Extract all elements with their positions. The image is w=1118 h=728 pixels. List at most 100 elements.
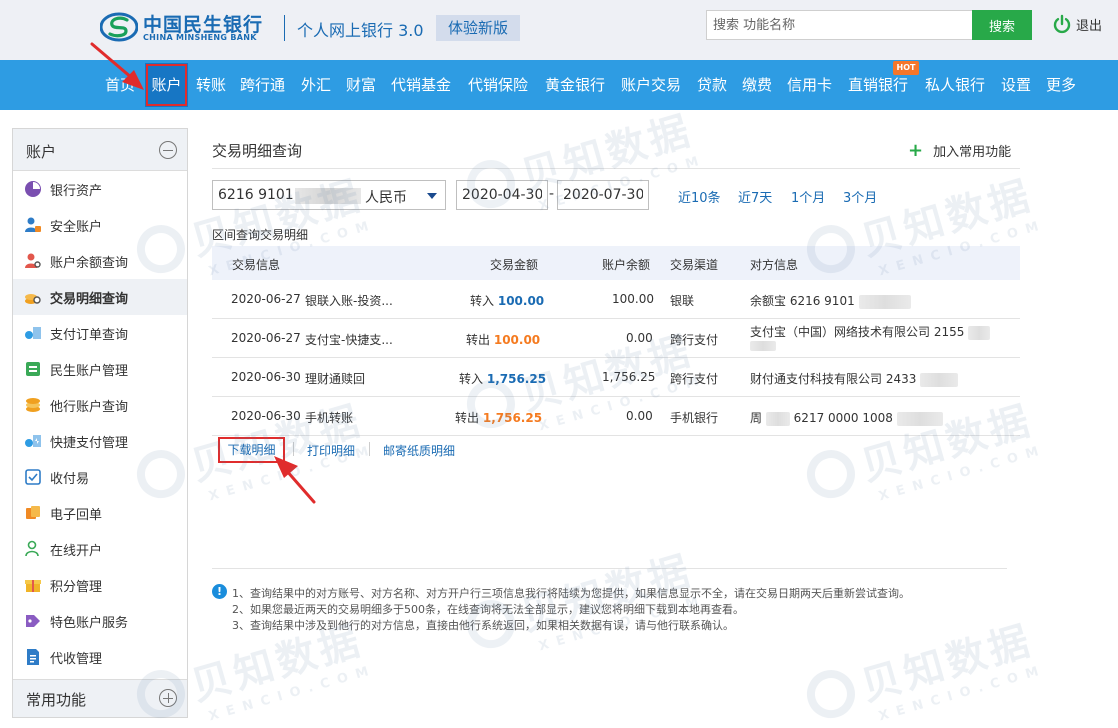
range-last-10[interactable]: 近10条 bbox=[678, 187, 721, 206]
row-channel: 跨行支付 bbox=[670, 372, 719, 386]
row-balance: 0.00 bbox=[626, 331, 653, 345]
sidebar-item-collection[interactable]: 代收管理 bbox=[13, 639, 187, 675]
sidebar-item-bank-assets[interactable]: 银行资产 bbox=[13, 171, 187, 207]
collapse-icon[interactable] bbox=[159, 141, 177, 159]
column-header: 交易渠道 bbox=[670, 258, 719, 272]
row-description: 银联入账-投资... bbox=[305, 294, 393, 308]
row-counterparty: 周 6217 0000 1008 bbox=[750, 409, 943, 426]
nav-item-wealth[interactable]: 财富 bbox=[346, 60, 376, 110]
page-root: 中国民生银行 CHINA MINSHENG BANK 个人网上银行 3.0 体验… bbox=[0, 0, 1118, 728]
row-counterparty: 余额宝 6216 9101 bbox=[750, 292, 911, 309]
counterparty-text: 余额宝 6216 9101 bbox=[750, 294, 855, 308]
add-favorite-button[interactable]: + 加入常用功能 bbox=[908, 141, 1011, 160]
watermark-logo-icon bbox=[801, 664, 861, 724]
nav-item-account[interactable]: 账户 bbox=[145, 63, 188, 107]
row-balance: 100.00 bbox=[612, 292, 654, 306]
download-details-link[interactable]: 下载明细 bbox=[218, 437, 285, 463]
account-number: 6216 9101 bbox=[218, 187, 294, 203]
user-lock-icon bbox=[25, 217, 41, 232]
document-icon bbox=[27, 649, 39, 665]
start-date-input[interactable] bbox=[456, 180, 548, 210]
nav-item-settings[interactable]: 设置 bbox=[1001, 60, 1031, 110]
amount-value: 1,756.25 bbox=[486, 372, 547, 386]
nav-item-interbank[interactable]: 跨行通 bbox=[240, 60, 285, 110]
print-details-link[interactable]: 打印明细 bbox=[307, 442, 355, 459]
table-row[interactable]: 2020-06-30 手机转账 转出 1,756.25 0.00 手机银行 周 … bbox=[212, 397, 1020, 436]
account-select[interactable]: 6216 9101 人民币 bbox=[212, 180, 446, 210]
user-search-icon bbox=[25, 253, 41, 268]
nav-item-account-trade[interactable]: 账户交易 bbox=[621, 60, 681, 110]
masked-text bbox=[750, 341, 776, 351]
sidebar: 账户 银行资产 安全账户 账户余额查询 交易明细查询 支付订单查询 民生账户管理 bbox=[12, 128, 188, 718]
nav-item-private-bank[interactable]: 私人银行 bbox=[925, 60, 985, 110]
amount-direction: 转入 bbox=[459, 372, 484, 386]
row-balance: 1,756.25 bbox=[602, 370, 656, 384]
coins-icon bbox=[26, 398, 40, 412]
nav-item-fund[interactable]: 代销基金 bbox=[391, 60, 451, 110]
top-header: 中国民生银行 CHINA MINSHENG BANK 个人网上银行 3.0 体验… bbox=[0, 0, 1118, 60]
sidebar-item-payment-orders[interactable]: 支付订单查询 bbox=[13, 315, 187, 351]
nav-item-transfer[interactable]: 转账 bbox=[196, 60, 226, 110]
row-date: 2020-06-27 bbox=[231, 292, 301, 306]
site-title: 个人网上银行 3.0 bbox=[297, 21, 424, 40]
new-version-button[interactable]: 体验新版 bbox=[436, 15, 520, 41]
masked-text bbox=[858, 294, 911, 309]
nav-item-credit-card[interactable]: 信用卡 bbox=[787, 60, 832, 110]
sidebar-favorites-header[interactable]: 常用功能 bbox=[13, 679, 187, 717]
action-divider bbox=[369, 442, 370, 456]
sidebar-item-transaction-details[interactable]: 交易明细查询 bbox=[13, 279, 187, 315]
mail-paper-details-link[interactable]: 邮寄纸质明细 bbox=[383, 442, 455, 459]
sidebar-item-shoufuyi[interactable]: 收付易 bbox=[13, 459, 187, 495]
table-row[interactable]: 2020-06-27 支付宝-快捷支... 转出 100.00 0.00 跨行支… bbox=[212, 319, 1020, 358]
sidebar-item-special-account[interactable]: 特色账户服务 bbox=[13, 603, 187, 639]
expand-icon[interactable] bbox=[159, 689, 177, 707]
nav-item-loan[interactable]: 贷款 bbox=[697, 60, 727, 110]
nav-item-payment[interactable]: 缴费 bbox=[742, 60, 772, 110]
action-divider bbox=[293, 442, 294, 456]
range-7-days[interactable]: 近7天 bbox=[738, 187, 772, 206]
title-divider bbox=[212, 168, 1020, 169]
search-button[interactable]: 搜索 bbox=[972, 10, 1032, 40]
row-counterparty: 支付宝（中国）网络技术有限公司 2155 bbox=[750, 323, 991, 340]
sidebar-item-minsheng-account[interactable]: 民生账户管理 bbox=[13, 351, 187, 387]
range-1-month[interactable]: 1个月 bbox=[791, 187, 825, 206]
masked-text bbox=[896, 411, 943, 426]
watermark-logo-icon bbox=[801, 444, 861, 504]
search-input[interactable] bbox=[706, 10, 972, 40]
sidebar-item-e-receipt[interactable]: 电子回单 bbox=[13, 495, 187, 531]
tag-icon bbox=[26, 615, 40, 627]
nav-item-more[interactable]: 更多 bbox=[1046, 60, 1076, 110]
receipt-icon bbox=[26, 506, 40, 519]
range-3-months[interactable]: 3个月 bbox=[843, 187, 877, 206]
logout-button[interactable]: 退出 bbox=[1052, 12, 1102, 36]
end-date-input[interactable] bbox=[557, 180, 649, 210]
nav-item-insurance[interactable]: 代销保险 bbox=[468, 60, 528, 110]
sidebar-item-points[interactable]: 积分管理 bbox=[13, 567, 187, 603]
sidebar-item-other-bank-query[interactable]: 他行账户查询 bbox=[13, 387, 187, 423]
column-header: 对方信息 bbox=[750, 258, 799, 272]
order-list-icon bbox=[25, 327, 41, 339]
sidebar-item-quick-pay[interactable]: 快捷支付管理 bbox=[13, 423, 187, 459]
column-header: 账户余额 bbox=[602, 258, 651, 272]
column-header: 交易金额 bbox=[490, 258, 539, 272]
counterparty-text: 财付通支付科技有限公司 2433 bbox=[750, 372, 917, 386]
add-favorite-label: 加入常用功能 bbox=[933, 145, 1012, 160]
logo-divider bbox=[284, 15, 285, 41]
note-line: 2、如果您最近两天的交易明细多于500条，在线查询将无法全部显示，建议您将明细下… bbox=[232, 603, 744, 616]
row-amount: 转入 1,756.25 bbox=[459, 370, 546, 387]
row-amount: 转入 100.00 bbox=[470, 292, 544, 309]
table-row[interactable]: 2020-06-30 理财通赎回 转入 1,756.25 1,756.25 跨行… bbox=[212, 358, 1020, 397]
table-row[interactable]: 2020-06-27 银联入账-投资... 转入 100.00 100.00 银… bbox=[212, 280, 1020, 319]
bank-logo-icon bbox=[100, 12, 138, 42]
power-icon bbox=[1053, 14, 1071, 34]
row-date: 2020-06-27 bbox=[231, 331, 301, 345]
nav-item-forex[interactable]: 外汇 bbox=[301, 60, 331, 110]
counterparty-text: 支付宝（中国）网络技术有限公司 2155 bbox=[750, 325, 965, 339]
nav-item-home[interactable]: 首页 bbox=[105, 60, 135, 110]
nav-item-gold[interactable]: 黄金银行 bbox=[545, 60, 605, 110]
sidebar-item-balance-query[interactable]: 账户余额查询 bbox=[13, 243, 187, 279]
sidebar-item-secure-account[interactable]: 安全账户 bbox=[13, 207, 187, 243]
date-separator: - bbox=[549, 186, 555, 202]
sidebar-item-open-account[interactable]: 在线开户 bbox=[13, 531, 187, 567]
favorites-title: 常用功能 bbox=[26, 691, 87, 709]
